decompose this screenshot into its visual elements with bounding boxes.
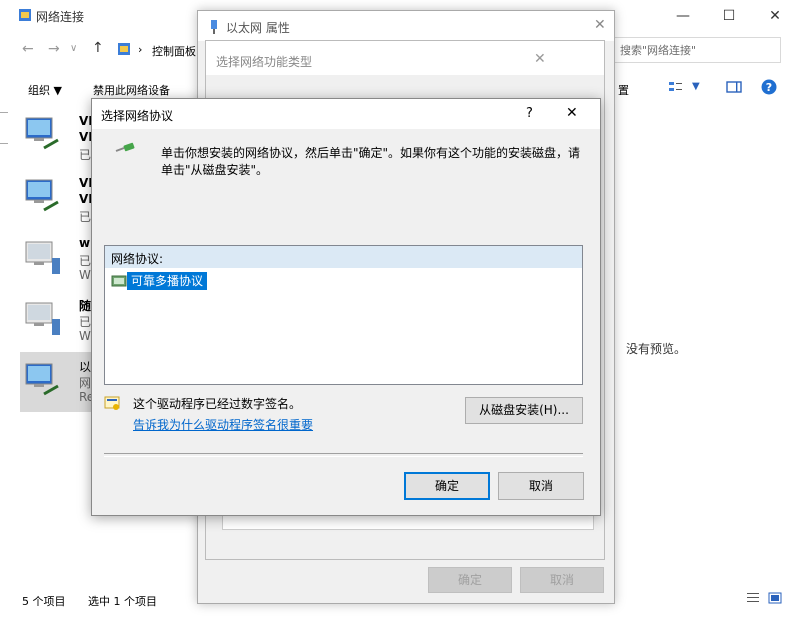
change-view-icon[interactable]	[668, 80, 684, 97]
network-adapter-icon	[22, 238, 62, 278]
ok-button[interactable]: 确定	[428, 567, 512, 593]
details-view-icon[interactable]	[746, 592, 760, 607]
cancel-button[interactable]: 取消	[498, 472, 584, 500]
network-adapter-icon	[22, 299, 62, 339]
disable-device-button[interactable]: 禁用此网络设备	[93, 82, 170, 98]
close-icon[interactable]: ✕	[594, 17, 606, 33]
back-arrow-icon[interactable]: ←	[22, 41, 34, 57]
background-window-edge	[0, 112, 8, 144]
dialog-title: 选择网络协议	[101, 109, 174, 123]
selection-count: 选中 1 个项目	[88, 595, 157, 608]
help-icon[interactable]: ?	[761, 79, 777, 98]
dialog-title: 以太网 属性	[226, 21, 290, 35]
minimize-button[interactable]: —	[660, 0, 706, 32]
settings-button-fragment[interactable]: 置	[618, 82, 629, 98]
network-adapter-icon	[22, 176, 62, 216]
network-adapter-icon	[22, 114, 62, 154]
dialog-title-bar: 选择网络协议 ? ✕	[92, 99, 600, 129]
list-header: 网络协议:	[105, 246, 582, 268]
network-adapter-icon	[22, 360, 62, 400]
svg-text:?: ?	[766, 81, 772, 94]
help-button[interactable]: ?	[526, 106, 533, 121]
protocol-icon	[111, 274, 127, 291]
protocol-list[interactable]: 网络协议: 可靠多播协议	[104, 245, 583, 385]
instruction-text: 单击你想安装的网络协议，然后单击"确定"。如果你有这个功能的安装磁盘，请单击"从…	[161, 146, 581, 177]
forward-arrow-icon[interactable]: →	[48, 41, 60, 57]
large-icons-view-icon[interactable]	[768, 592, 782, 607]
ethernet-icon	[208, 19, 220, 38]
network-cable-icon	[114, 139, 140, 158]
window-title: 网络连接	[36, 10, 85, 24]
select-network-protocol-dialog: 选择网络协议 ? ✕ 单击你想安装的网络协议，然后单击"确定"。如果你有这个功能…	[91, 98, 601, 516]
ok-button[interactable]: 确定	[404, 472, 490, 500]
organize-menu[interactable]: 组织 ▼	[28, 82, 62, 98]
dialog-title: 选择网络功能类型	[216, 55, 313, 69]
signed-text: 这个驱动程序已经过数字签名。	[133, 397, 302, 411]
close-button[interactable]: ✕	[752, 0, 798, 32]
control-panel-icon	[117, 42, 131, 59]
driver-signing-link[interactable]: 告诉我为什么驱动程序签名很重要	[133, 416, 313, 433]
preview-pane-text: 没有预览。	[626, 342, 687, 356]
item-count: 5 个项目	[22, 595, 66, 608]
up-arrow-icon[interactable]: ↑	[92, 40, 104, 56]
recent-chevron-icon[interactable]: ∨	[70, 43, 77, 54]
breadcrumb-control-panel[interactable]: 控制面板	[152, 43, 196, 59]
maximize-button[interactable]: ☐	[706, 0, 752, 32]
breadcrumb-separator: ›	[138, 43, 143, 56]
close-icon[interactable]: ✕	[534, 51, 546, 67]
connection-status: 已	[79, 148, 92, 162]
close-button[interactable]: ✕	[566, 105, 578, 121]
dialog-title-bar: 选择网络功能类型 ✕	[206, 41, 604, 75]
separator	[104, 453, 583, 457]
list-item-label: 可靠多播协议	[127, 272, 208, 290]
connection-name: 以	[79, 360, 92, 374]
network-folder-icon	[18, 8, 32, 25]
preview-pane-icon[interactable]	[726, 80, 742, 97]
cancel-button[interactable]: 取消	[520, 567, 604, 593]
list-header-label: 网络协议:	[111, 252, 164, 266]
view-dropdown-icon[interactable]: ▼	[692, 81, 700, 92]
connection-status: 已	[79, 254, 92, 268]
connection-status: 网	[79, 376, 92, 390]
signed-driver-icon	[104, 395, 120, 414]
search-input[interactable]: 搜索"网络连接"	[611, 37, 781, 63]
connection-name: 随	[79, 299, 92, 313]
connection-status: 已	[79, 315, 92, 329]
have-disk-button[interactable]: 从磁盘安装(H)...	[465, 397, 583, 424]
connection-status: 已	[79, 210, 92, 224]
dialog-title-bar: 以太网 属性 ✕	[198, 11, 614, 41]
